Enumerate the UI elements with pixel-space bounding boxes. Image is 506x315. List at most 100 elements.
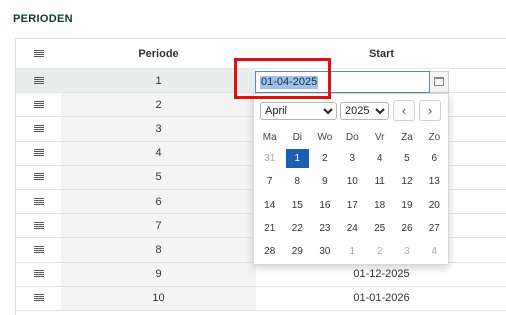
calendar-button[interactable]	[430, 71, 449, 93]
calendar-week-row: 28 29 30 1 2 3 4	[256, 240, 448, 263]
row-drag-handle[interactable]	[16, 92, 61, 118]
calendar-day[interactable]: 3	[393, 240, 420, 263]
day-number: 10	[346, 176, 358, 188]
drag-handle-icon	[33, 294, 44, 302]
calendar-day[interactable]: 20	[421, 194, 448, 217]
next-month-button[interactable]: ›	[419, 100, 441, 121]
calendar-day[interactable]: 5	[393, 147, 420, 170]
calendar-day-selected[interactable]: 1	[283, 147, 311, 170]
row-drag-handle[interactable]	[16, 68, 61, 94]
day-number: 6	[431, 153, 438, 165]
calendar-day[interactable]: 15	[283, 194, 311, 217]
day-number: 14	[264, 199, 276, 211]
column-header-start[interactable]: Start	[256, 39, 506, 69]
day-number: 22	[291, 223, 303, 235]
calendar-day[interactable]: 4	[366, 147, 393, 170]
periode-cell: 10	[61, 286, 256, 311]
prev-month-button[interactable]: ‹	[393, 100, 415, 121]
day-number: 12	[401, 176, 413, 188]
calendar-day[interactable]: 24	[339, 217, 366, 240]
calendar-day[interactable]: 30	[311, 240, 338, 263]
day-number: 9	[322, 176, 328, 188]
column-header-periode[interactable]: Periode	[61, 39, 256, 69]
year-select[interactable]: 2025	[340, 102, 389, 120]
day-number: 24	[346, 223, 358, 235]
calendar-day[interactable]: 6	[421, 147, 448, 170]
column-menu-header[interactable]	[16, 39, 61, 69]
day-number: 29	[291, 246, 303, 258]
day-number: 23	[319, 223, 331, 235]
weekday-label: Zo	[428, 131, 441, 143]
calendar-day[interactable]: 11	[366, 170, 393, 193]
calendar-day[interactable]: 14	[256, 194, 283, 217]
day-number: 13	[428, 176, 440, 188]
day-number: 2	[376, 246, 383, 258]
calendar-day[interactable]: 13	[421, 170, 448, 193]
row-drag-handle[interactable]	[16, 286, 61, 311]
datepicker-popup: JanuariFebruariMaartAprilMeiJuniJuliAugu…	[253, 93, 449, 265]
periode-cell: 7	[61, 213, 256, 239]
calendar-day[interactable]: 4	[421, 240, 448, 263]
day-number: 28	[264, 246, 276, 258]
calendar-day[interactable]: 2	[366, 240, 393, 263]
day-number: 16	[319, 199, 331, 211]
calendar-day[interactable]: 18	[366, 194, 393, 217]
day-number: 30	[319, 246, 331, 258]
section-title: PERIODEN	[13, 13, 73, 25]
month-select[interactable]: JanuariFebruariMaartAprilMeiJuniJuliAugu…	[260, 102, 337, 120]
day-number: 25	[374, 223, 386, 235]
table-row[interactable]: 9 01-12-2025	[16, 262, 506, 287]
calendar-week-row: 31 1 2 3 4 5 6	[256, 147, 448, 170]
calendar-day[interactable]: 23	[311, 217, 338, 240]
calendar-day[interactable]: 26	[393, 217, 420, 240]
periode-cell: 3	[61, 116, 256, 142]
weekday-label: Do	[345, 131, 359, 143]
calendar-day[interactable]: 22	[283, 217, 311, 240]
start-date-input[interactable]: 01-04-2025	[255, 71, 430, 93]
table-row[interactable]: 10 01-01-2026	[16, 286, 506, 311]
calendar-day[interactable]: 7	[256, 170, 283, 193]
calendar-day[interactable]: 3	[339, 147, 366, 170]
row-drag-handle[interactable]	[16, 189, 61, 215]
day-number: 4	[431, 246, 438, 258]
row-drag-handle[interactable]	[16, 165, 61, 190]
start-cell[interactable]: 01-01-2026	[256, 286, 506, 311]
calendar-day[interactable]: 27	[421, 217, 448, 240]
calendar-day[interactable]: 25	[366, 217, 393, 240]
calendar-day[interactable]: 12	[393, 170, 420, 193]
day-number: 1	[349, 246, 356, 258]
drag-handle-icon	[33, 125, 44, 133]
calendar-day[interactable]: 28	[256, 240, 283, 263]
row-drag-handle[interactable]	[16, 141, 61, 166]
weekday-label: Ma	[262, 131, 277, 143]
day-number: 31	[264, 153, 276, 165]
day-number: 15	[291, 199, 303, 211]
calendar-day[interactable]: 8	[283, 170, 311, 193]
day-number: 26	[401, 223, 413, 235]
calendar-day[interactable]: 2	[311, 147, 338, 170]
calendar-day[interactable]: 1	[339, 240, 366, 263]
row-drag-handle[interactable]	[16, 213, 61, 239]
calendar-day[interactable]: 29	[283, 240, 311, 263]
day-number: 17	[346, 199, 358, 211]
start-cell[interactable]: 01-12-2025	[256, 262, 506, 287]
row-drag-handle[interactable]	[16, 116, 61, 142]
grid-header-row: Periode Start	[16, 39, 506, 69]
calendar-day[interactable]: 31	[256, 147, 283, 170]
day-number: 3	[349, 153, 356, 165]
calendar-day[interactable]: 21	[256, 217, 283, 240]
day-number: 8	[294, 176, 301, 188]
calendar-day[interactable]: 17	[339, 194, 366, 217]
weekday-label: Di	[292, 131, 303, 143]
row-drag-handle[interactable]	[16, 262, 61, 287]
periode-cell: 4	[61, 141, 256, 166]
calendar-day[interactable]: 16	[311, 194, 338, 217]
calendar-day[interactable]: 10	[339, 170, 366, 193]
row-drag-handle[interactable]	[16, 237, 61, 263]
weekday-label: Vr	[374, 131, 385, 143]
calendar-day[interactable]: 19	[393, 194, 420, 217]
start-date-value: 01-04-2025	[260, 76, 319, 89]
drag-handle-icon	[33, 76, 44, 85]
calendar-day[interactable]: 9	[311, 170, 338, 193]
drag-handle-icon	[33, 270, 44, 278]
